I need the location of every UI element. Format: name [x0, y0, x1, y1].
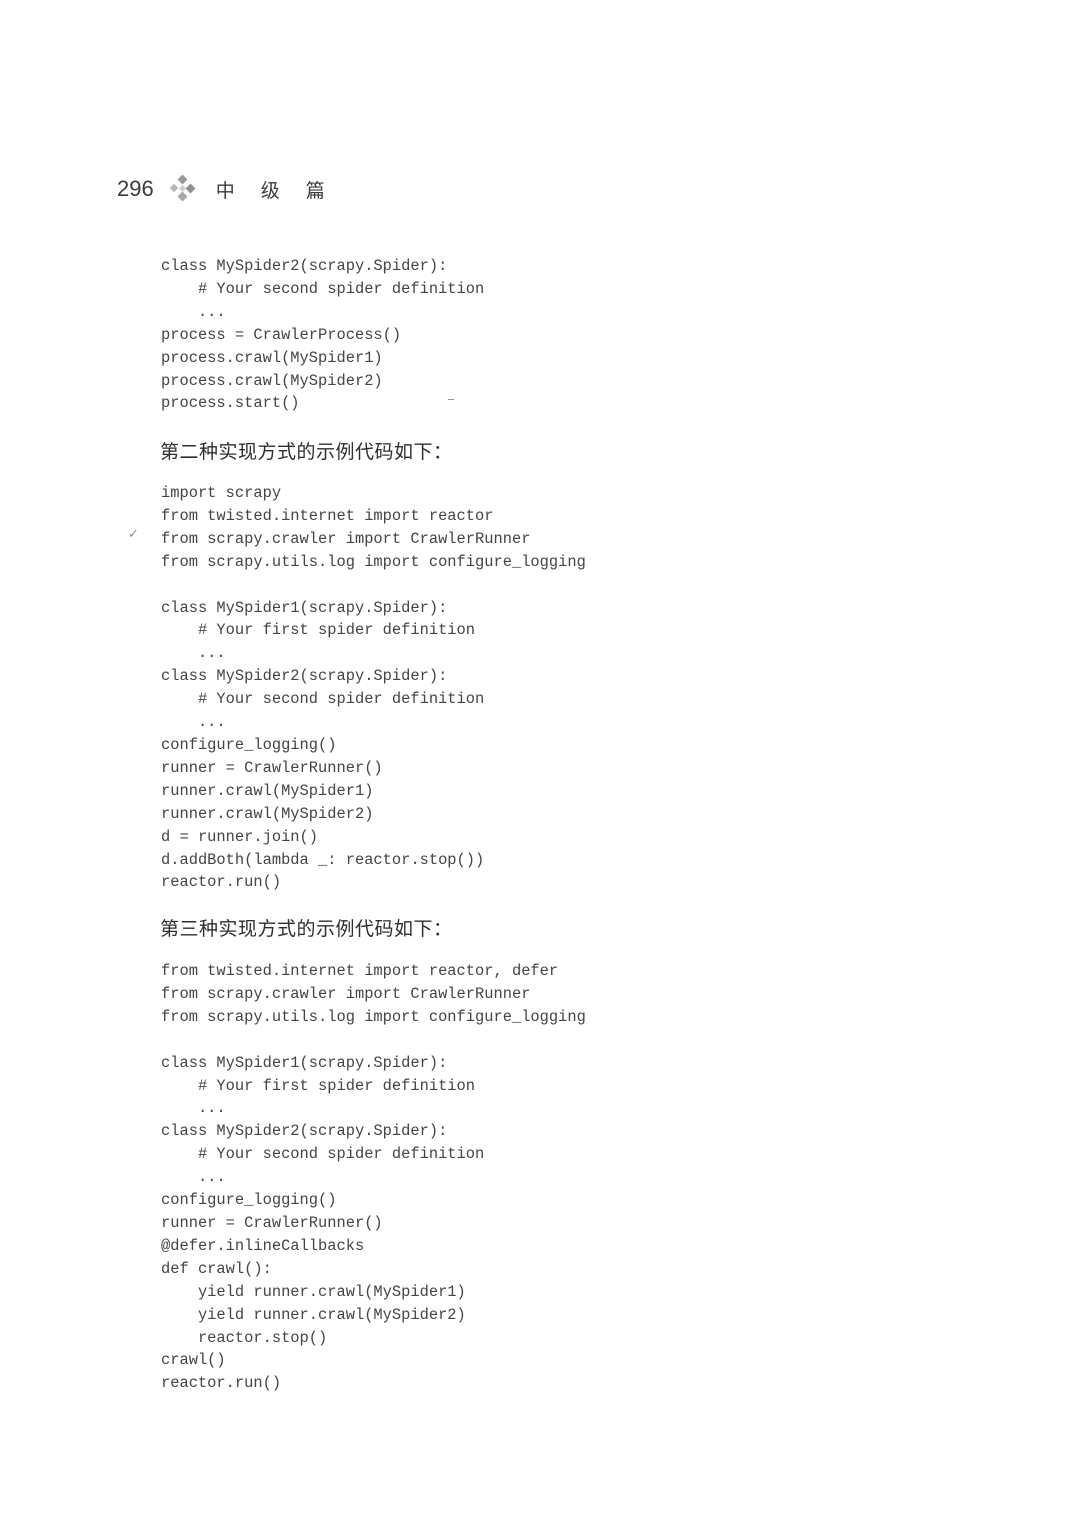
scan-speck — [448, 399, 454, 400]
code-block-3: from twisted.internet import reactor, de… — [161, 962, 586, 1393]
code-block-2: import scrapy from twisted.internet impo… — [161, 484, 586, 892]
code-block-1: class MySpider2(scrapy.Spider): # Your s… — [161, 257, 485, 413]
section-title: 中 级 篇 — [215, 179, 335, 202]
page-number: 296 — [117, 176, 154, 201]
diamond-cluster-icon — [169, 174, 196, 202]
check-mark-icon: ✓ — [128, 527, 139, 542]
caption-implementation-3: 第三种实现方式的示例代码如下： — [160, 918, 453, 940]
caption-implementation-2: 第二种实现方式的示例代码如下： — [160, 441, 453, 463]
page-header: 296 中 级 篇 — [117, 172, 335, 206]
